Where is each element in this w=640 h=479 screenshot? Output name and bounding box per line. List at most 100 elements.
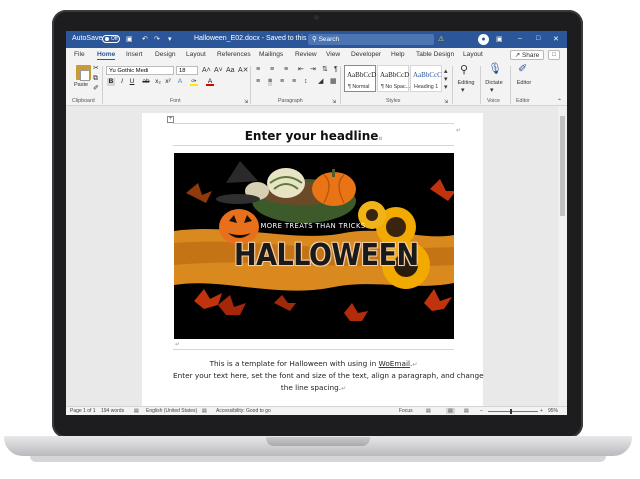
borders-icon[interactable]: ▦ xyxy=(330,78,337,86)
line-spacing-icon[interactable]: ↕ xyxy=(304,78,308,86)
page-count[interactable]: Page 1 of 1 xyxy=(70,408,96,414)
ribbon-display-options-icon[interactable]: ▣ xyxy=(496,35,503,43)
increase-indent-icon[interactable]: ⇥ xyxy=(310,66,316,74)
collapse-ribbon-icon[interactable]: ⌃ xyxy=(557,98,562,106)
tab-view[interactable]: View xyxy=(326,51,340,58)
headline[interactable]: Enter your headline¤ xyxy=(173,129,454,143)
decrease-indent-icon[interactable]: ⇤ xyxy=(298,66,304,74)
tab-layout[interactable]: Layout xyxy=(186,51,206,58)
font-dialog-launcher-icon[interactable]: ⇲ xyxy=(244,98,248,106)
zoom-in-button[interactable]: + xyxy=(540,408,543,414)
bullets-icon[interactable]: ≡ xyxy=(256,66,260,74)
read-mode-icon[interactable]: ▤ xyxy=(426,408,431,414)
body-line-2[interactable]: Enter your text here, set the font and s… xyxy=(173,371,484,380)
find-icon[interactable]: ⚲ xyxy=(460,65,468,76)
cut-icon[interactable]: ✂ xyxy=(93,65,99,73)
show-marks-icon[interactable]: ¶ xyxy=(334,66,338,74)
document-title[interactable]: Halloween_E02.docx - Saved to this PC xyxy=(194,35,318,42)
editing-label[interactable]: Editing xyxy=(454,80,478,86)
tab-review[interactable]: Review xyxy=(295,51,317,58)
shrink-font-icon[interactable]: A˅ xyxy=(214,67,223,75)
save-icon[interactable]: ▣ xyxy=(126,35,133,43)
halloween-image[interactable]: MORE TREATS THAN TRICKS HALLOWEEN xyxy=(174,153,454,339)
zoom-level[interactable]: 95% xyxy=(548,408,558,414)
align-right-icon[interactable]: ≡ xyxy=(280,78,284,86)
style-heading-1[interactable]: AaBbCcC Heading 1 xyxy=(410,65,442,92)
microphone-icon[interactable]: 🎙 xyxy=(488,64,502,75)
dictate-dropdown-icon[interactable]: ▾ xyxy=(490,87,494,95)
grow-font-icon[interactable]: A˄ xyxy=(202,67,211,75)
numbering-icon[interactable]: ≡ xyxy=(270,66,274,74)
vertical-scrollbar[interactable] xyxy=(558,106,567,406)
style-no-spacing[interactable]: AaBbCcD ¶ No Spac... xyxy=(377,65,410,92)
headline-cell[interactable]: Enter your headline¤ xyxy=(173,123,454,146)
warning-icon[interactable]: ⚠ xyxy=(438,35,444,43)
text-predictions-icon[interactable]: ▤ xyxy=(202,408,207,414)
justify-icon[interactable]: ≡ xyxy=(292,78,296,86)
shading-icon[interactable]: ◢ xyxy=(318,78,323,86)
scrollbar-thumb[interactable] xyxy=(560,116,565,216)
editor-label[interactable]: Editor xyxy=(511,80,537,86)
copy-icon[interactable]: ⧉ xyxy=(93,75,98,83)
subscript-icon[interactable]: x₂ xyxy=(154,78,162,86)
paste-label[interactable]: Paste xyxy=(74,81,88,89)
styles-more-icon[interactable]: ▾ xyxy=(444,84,448,92)
editing-dropdown-icon[interactable]: ▾ xyxy=(461,87,465,95)
superscript-icon[interactable]: x² xyxy=(164,78,172,86)
format-painter-icon[interactable]: ✐ xyxy=(93,85,99,93)
align-center-icon[interactable]: ≡ xyxy=(268,78,273,86)
styles-scroll-up-icon[interactable]: ▴ xyxy=(444,68,448,76)
highlight-color-icon[interactable]: ✑ xyxy=(190,78,198,86)
zoom-slider-thumb[interactable] xyxy=(509,409,512,414)
print-layout-icon[interactable]: ▤ xyxy=(446,408,455,414)
woemail-link[interactable]: WoEmail xyxy=(379,359,411,368)
close-button[interactable]: ✕ xyxy=(553,35,559,43)
maximize-button[interactable]: □ xyxy=(536,35,540,42)
minimize-button[interactable]: – xyxy=(518,35,522,42)
undo-icon[interactable]: ↶ xyxy=(142,35,148,43)
tab-insert[interactable]: Insert xyxy=(126,51,143,58)
sort-icon[interactable]: ⇅ xyxy=(322,66,328,74)
tab-developer[interactable]: Developer xyxy=(351,51,381,58)
share-button[interactable]: ↗ Share xyxy=(510,50,544,60)
bold-button[interactable]: B xyxy=(107,78,115,86)
paragraph-dialog-launcher-icon[interactable]: ⇲ xyxy=(332,98,336,106)
text-effects-icon[interactable]: A xyxy=(176,78,184,86)
strikethrough-button[interactable]: ab xyxy=(142,78,150,86)
tab-references[interactable]: References xyxy=(217,51,251,58)
customize-toolbar-icon[interactable]: ▾ xyxy=(168,35,172,43)
clear-formatting-icon[interactable]: A✕ xyxy=(238,67,249,75)
styles-dialog-launcher-icon[interactable]: ⇲ xyxy=(444,98,448,106)
language[interactable]: English (United States) xyxy=(146,408,197,414)
search-input[interactable]: ⚲ Search xyxy=(308,34,434,45)
accessibility-status[interactable]: Accessibility: Good to go xyxy=(216,408,271,414)
focus-button[interactable]: Focus xyxy=(399,408,413,414)
document-page[interactable]: + Enter your headline¤ ↵ MORE TREATS THA… xyxy=(142,113,484,413)
align-left-icon[interactable]: ≡ xyxy=(256,78,260,86)
comments-button[interactable]: □ xyxy=(548,50,560,60)
dictate-label[interactable]: Dictate xyxy=(480,80,508,86)
change-case-icon[interactable]: Aa xyxy=(226,67,235,75)
font-name-select[interactable]: Yu Gothic Medi xyxy=(106,66,174,75)
word-count[interactable]: 194 words xyxy=(101,408,124,414)
underline-button[interactable]: U xyxy=(128,78,136,86)
web-layout-icon[interactable]: ▤ xyxy=(464,408,469,414)
body-line-1[interactable]: This is a template for Halloween with us… xyxy=(173,359,454,368)
proofing-icon[interactable]: ▤ xyxy=(134,408,139,414)
tab-mailings[interactable]: Mailings xyxy=(259,51,283,58)
tab-design[interactable]: Design xyxy=(155,51,176,58)
tab-file[interactable]: File xyxy=(74,51,85,58)
multilevel-list-icon[interactable]: ≡ xyxy=(284,66,288,74)
body-line-3[interactable]: the line spacing.↵ xyxy=(173,383,454,392)
zoom-slider[interactable] xyxy=(488,411,538,412)
zoom-out-button[interactable]: – xyxy=(480,408,483,414)
tab-table-design[interactable]: Table Design xyxy=(416,51,454,58)
table-move-handle-icon[interactable]: + xyxy=(167,116,174,123)
style-normal[interactable]: AaBbCcD ¶ Normal xyxy=(344,65,376,92)
editor-icon[interactable]: ✐ xyxy=(518,64,527,75)
avatar[interactable]: ● xyxy=(478,34,489,45)
font-color-icon[interactable]: A xyxy=(206,78,214,86)
tab-table-layout[interactable]: Layout xyxy=(463,51,483,58)
styles-scroll-down-icon[interactable]: ▾ xyxy=(444,76,448,84)
paste-icon[interactable] xyxy=(76,65,91,81)
